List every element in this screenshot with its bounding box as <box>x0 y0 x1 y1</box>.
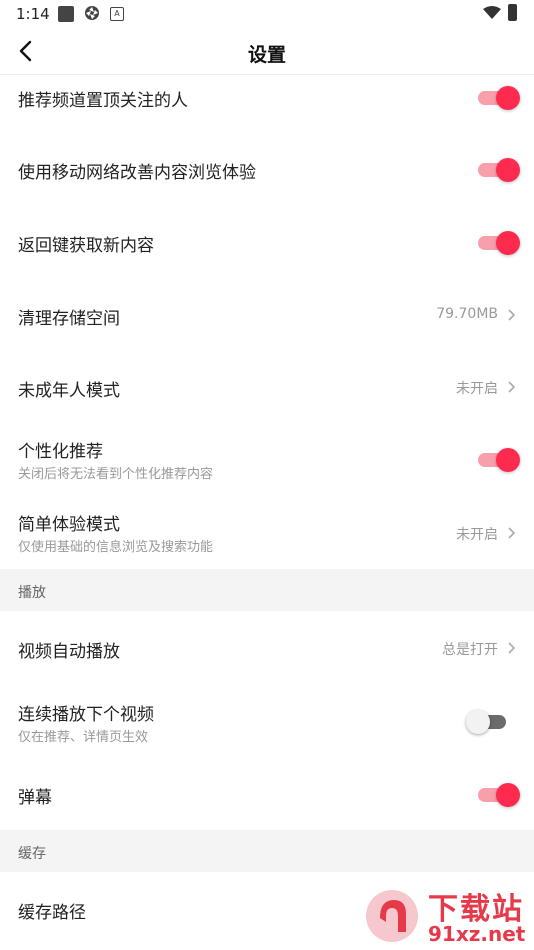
watermark: 下载站 91xz.net <box>344 880 534 950</box>
wifi-icon <box>483 6 501 19</box>
setting-row-back-refresh[interactable]: 返回键获取新内容 <box>0 219 534 265</box>
setting-row-simple-mode[interactable]: 简单体验模式 仅使用基础的信息浏览及搜索功能 未开启 <box>0 507 534 559</box>
setting-title: 弹幕 <box>18 788 52 808</box>
setting-title: 清理存储空间 <box>18 309 120 329</box>
toggle-switch-on[interactable] <box>478 158 520 182</box>
chevron-right-icon <box>508 381 516 393</box>
setting-title: 返回键获取新内容 <box>18 236 154 256</box>
setting-row-autoplay[interactable]: 视频自动播放 总是打开 <box>0 625 534 671</box>
app-badge-icon: A <box>110 7 124 21</box>
page-title: 设置 <box>247 44 286 66</box>
setting-subtitle: 仅使用基础的信息浏览及搜索功能 <box>18 540 214 555</box>
status-bar: 1:14 A <box>0 0 534 28</box>
setting-title: 视频自动播放 <box>18 642 120 662</box>
setting-value: 未开启 <box>456 527 498 543</box>
section-title: 缓存 <box>18 846 46 862</box>
setting-row-danmaku[interactable]: 弹幕 <box>0 771 534 817</box>
site-logo-icon <box>366 890 418 942</box>
setting-row-clear-storage[interactable]: 清理存储空间 79.70MB <box>0 291 534 337</box>
toggle-switch-on[interactable] <box>478 231 520 255</box>
watermark-domain: 91xz.net <box>428 922 526 946</box>
setting-value: 未开启 <box>456 381 498 397</box>
chevron-right-icon <box>508 309 516 321</box>
aperture-icon <box>85 6 99 20</box>
setting-subtitle: 关闭后将无法看到个性化推荐内容 <box>18 467 214 482</box>
setting-row-pin-followed[interactable]: 推荐频道置顶关注的人 <box>0 76 534 122</box>
toggle-switch-on[interactable] <box>478 783 520 807</box>
setting-value: 总是打开 <box>442 642 498 658</box>
setting-row-personalized[interactable]: 个性化推荐 关闭后将无法看到个性化推荐内容 <box>0 434 534 486</box>
toggle-switch-off[interactable] <box>466 710 510 734</box>
setting-row-continuous-play[interactable]: 连续播放下个视频 仅在推荐、详情页生效 <box>0 698 534 750</box>
setting-title: 使用移动网络改善内容浏览体验 <box>18 163 256 183</box>
setting-title: 缓存路径 <box>18 903 86 923</box>
section-title: 播放 <box>18 585 46 601</box>
battery-icon <box>508 4 517 21</box>
toggle-switch-on[interactable] <box>478 448 520 472</box>
setting-title: 个性化推荐 <box>18 442 103 462</box>
section-header-cache: 缓存 <box>0 830 534 872</box>
status-time: 1:14 <box>16 5 50 23</box>
section-header-playback: 播放 <box>0 569 534 611</box>
setting-subtitle: 仅在推荐、详情页生效 <box>18 730 149 745</box>
nav-bar: 设置 <box>0 28 534 75</box>
setting-title: 连续播放下个视频 <box>18 705 154 725</box>
setting-value: 79.70MB <box>436 306 498 322</box>
setting-title: 简单体验模式 <box>18 515 120 535</box>
setting-title: 未成年人模式 <box>18 381 120 401</box>
notification-square-icon <box>58 6 74 22</box>
setting-row-mobile-network[interactable]: 使用移动网络改善内容浏览体验 <box>0 146 534 192</box>
setting-title: 推荐频道置顶关注的人 <box>18 91 188 111</box>
chevron-right-icon <box>508 527 516 539</box>
toggle-switch-on[interactable] <box>478 86 520 110</box>
setting-row-minor-mode[interactable]: 未成年人模式 未开启 <box>0 364 534 410</box>
chevron-right-icon <box>508 642 516 654</box>
